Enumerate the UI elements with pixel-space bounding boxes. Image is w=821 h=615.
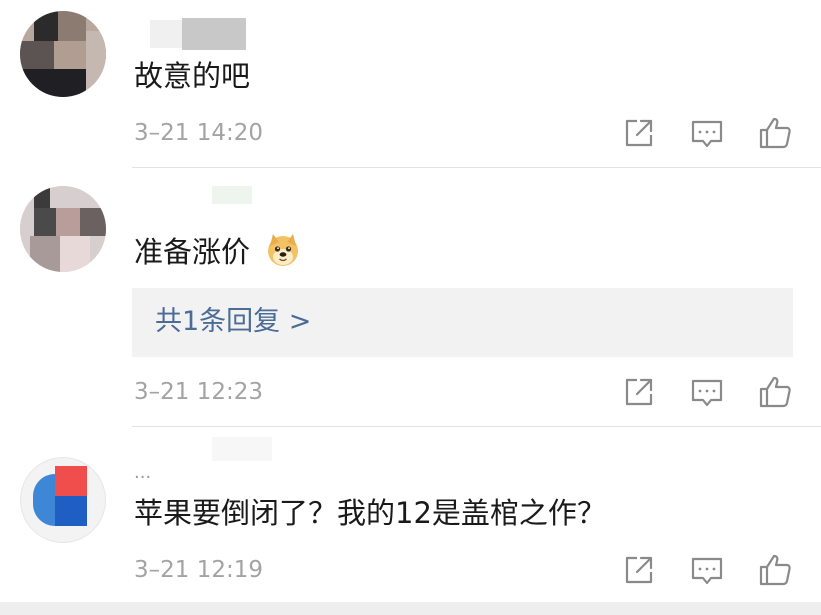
reply-summary-box[interactable]: 共1条回复 >: [132, 288, 793, 357]
comment-username[interactable]: ...: [134, 453, 151, 493]
comment-text: 苹果要倒闭了？我的12是盖棺之作？: [134, 496, 606, 530]
username-redacted: [182, 18, 246, 50]
comment-item: 准备涨价 共1条回复 > 3–21 12:23: [0, 168, 821, 427]
share-icon: [625, 119, 653, 147]
username-redacted: [212, 186, 252, 204]
reply-button[interactable]: [689, 374, 725, 410]
comment-time: 3–21 12:19: [134, 557, 263, 583]
comment-text: 准备涨价: [134, 232, 301, 272]
thumbs-up-icon: [759, 117, 791, 149]
comment-icon: [691, 379, 723, 407]
share-button[interactable]: [621, 374, 657, 410]
comment-time: 3–21 12:23: [134, 379, 263, 405]
comment-item: 故意的吧 3–21 14:20: [0, 0, 821, 168]
avatar[interactable]: [20, 11, 106, 97]
comment-list: 故意的吧 3–21 14:20 准备涨价 共1条回复 > 3–21 12:23 …: [0, 0, 821, 615]
username-redacted: [212, 437, 272, 461]
thumbs-up-icon: [759, 554, 791, 586]
share-icon: [625, 556, 653, 584]
avatar[interactable]: [20, 186, 106, 272]
like-button[interactable]: [757, 552, 793, 588]
view-replies-link[interactable]: 共1条回复 >: [155, 302, 311, 342]
doge-emoji: [268, 234, 299, 266]
avatar[interactable]: [20, 457, 106, 543]
comment-text-content: 准备涨价: [134, 235, 251, 269]
bottom-bar: [0, 602, 821, 615]
like-button[interactable]: [757, 374, 793, 410]
comment-time: 3–21 14:20: [134, 120, 263, 146]
thumbs-up-icon: [759, 376, 791, 408]
comment-item: ... 苹果要倒闭了？我的12是盖棺之作？ 3–21 12:19: [0, 427, 821, 602]
comment-text: 故意的吧: [134, 59, 251, 93]
reply-button[interactable]: [689, 115, 725, 151]
username-redacted: [150, 20, 182, 48]
share-button[interactable]: [621, 552, 657, 588]
share-icon: [625, 378, 653, 406]
comment-icon: [691, 557, 723, 585]
comment-icon: [691, 120, 723, 148]
share-button[interactable]: [621, 115, 657, 151]
reply-button[interactable]: [689, 552, 725, 588]
like-button[interactable]: [757, 115, 793, 151]
